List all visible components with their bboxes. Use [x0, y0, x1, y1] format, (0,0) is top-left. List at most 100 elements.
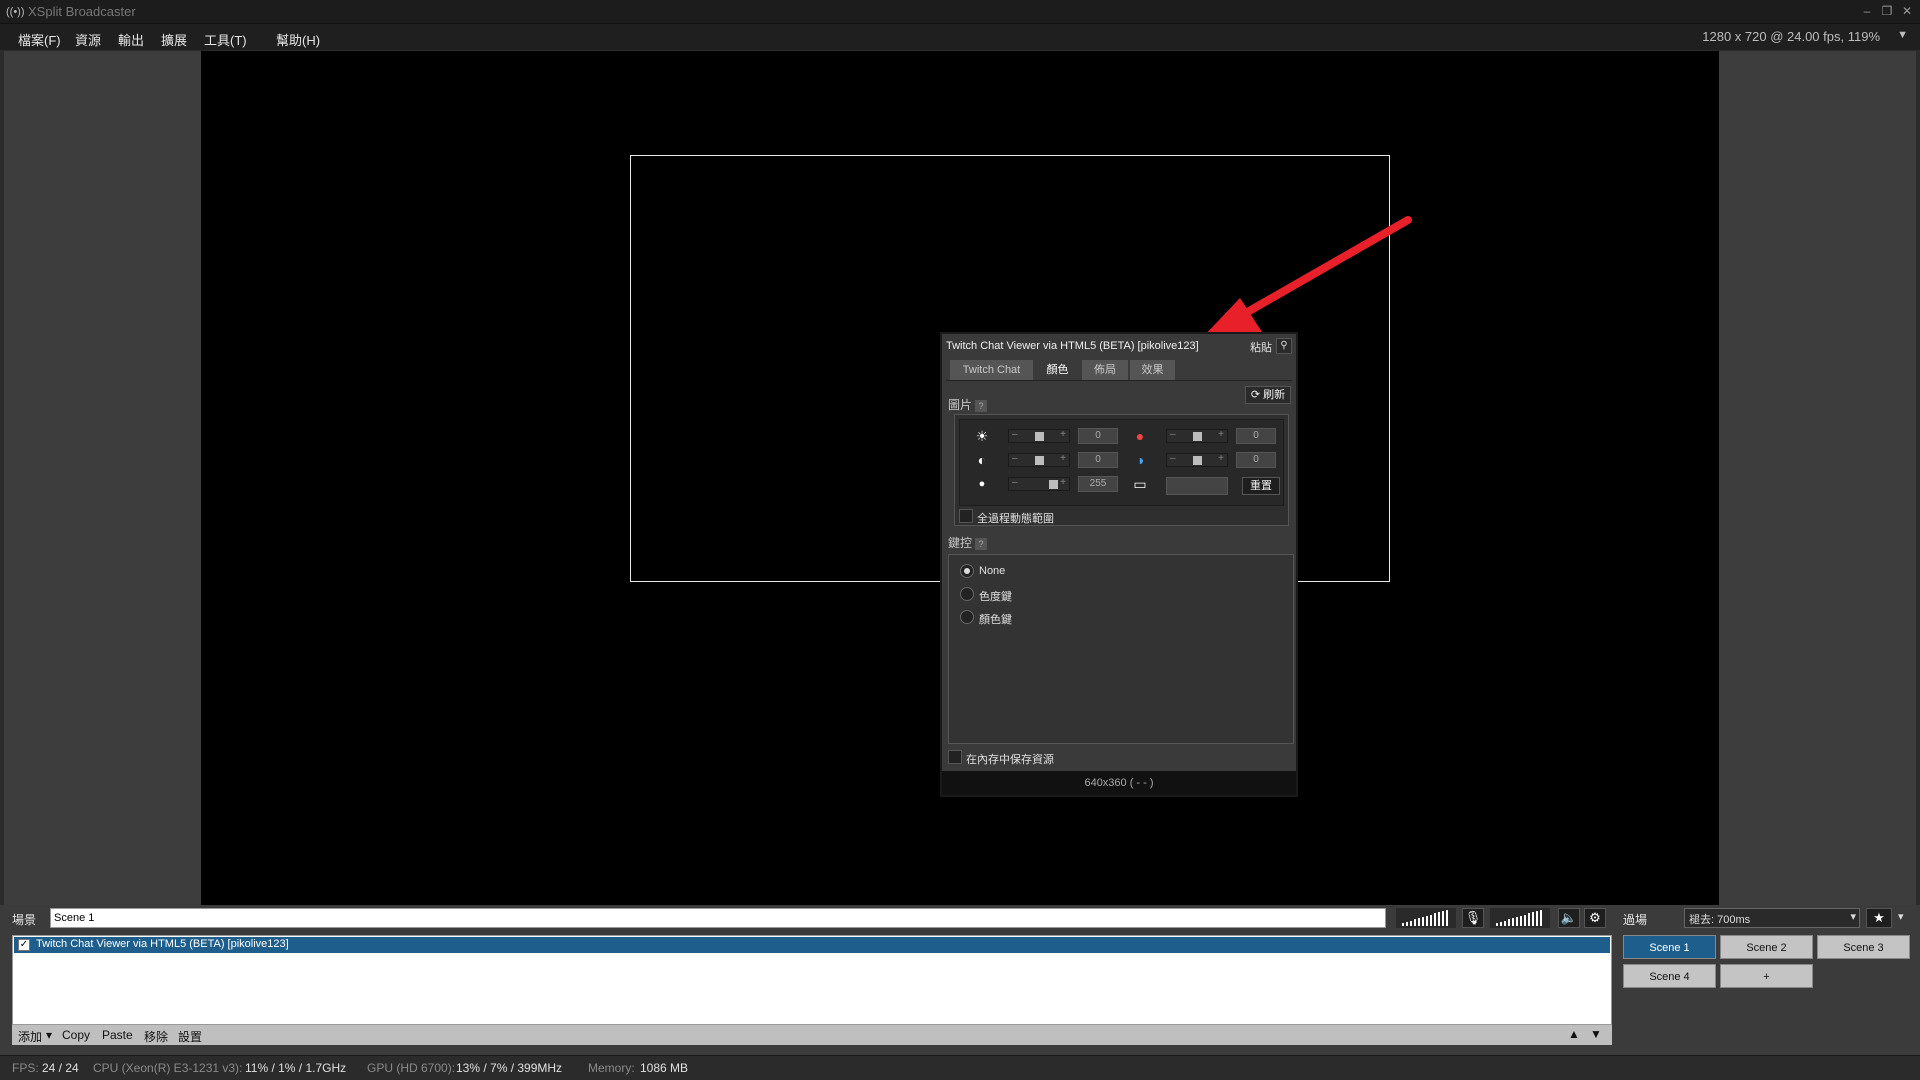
- slider-thumb[interactable]: [1193, 432, 1202, 441]
- help-icon[interactable]: ?: [975, 537, 988, 550]
- tab-twitch-chat[interactable]: Twitch Chat: [950, 360, 1034, 380]
- mic-level-meter: [1396, 908, 1456, 928]
- scene-button-2[interactable]: Scene 2: [1720, 935, 1813, 959]
- keying-none-radio[interactable]: [960, 564, 974, 578]
- minimize-button[interactable]: –: [1858, 3, 1876, 19]
- transition-dropdown-icon[interactable]: ▾: [1850, 910, 1856, 923]
- slider-plus[interactable]: +: [1060, 477, 1066, 488]
- restore-button[interactable]: ❐: [1878, 3, 1896, 19]
- image-adjust-panel: ☀ – + 0 ● – + 0 ◐ – + 0 ◑ – + 0 ● – + 25…: [954, 414, 1289, 526]
- pin-icon[interactable]: ⚲: [1276, 338, 1292, 354]
- resolution-dropdown-icon[interactable]: ▼: [1897, 29, 1908, 41]
- transition-label: 過場: [1623, 913, 1648, 927]
- hue-slider[interactable]: – +: [1166, 429, 1228, 443]
- source-list-item[interactable]: ✓ Twitch Chat Viewer via HTML5 (BETA) [p…: [14, 937, 1610, 953]
- gamma-field[interactable]: [1166, 477, 1228, 495]
- menu-extensions[interactable]: 擴展: [161, 30, 187, 49]
- keying-chroma-label: 色度鍵: [979, 591, 1012, 603]
- brightness-icon: ☀: [975, 428, 989, 444]
- vu-bar: [1508, 919, 1510, 926]
- annotation-arrow-icon: [1200, 216, 1412, 340]
- image-adjust-controls: ☀ – + 0 ● – + 0 ◐ – + 0 ◑ – + 0 ● – + 25…: [959, 419, 1284, 506]
- contrast-icon: ◐: [977, 452, 987, 468]
- resolution-info[interactable]: 1280 x 720 @ 24.00 fps, 119%: [1702, 29, 1880, 44]
- mic-mute-icon[interactable]: 🎙: [1462, 908, 1484, 928]
- fps-label: FPS:: [12, 1061, 39, 1075]
- add-scene-icon[interactable]: ★: [1866, 908, 1892, 928]
- keying-section-label: 鍵控?: [948, 534, 988, 551]
- slider-thumb[interactable]: [1193, 456, 1202, 465]
- paste-label[interactable]: 粘貼: [1250, 339, 1272, 355]
- remove-button[interactable]: 移除: [144, 1028, 168, 1045]
- slider-plus[interactable]: +: [1218, 453, 1224, 464]
- cpu-label: CPU (Xeon(R) E3-1231 v3):: [93, 1061, 243, 1075]
- slider-plus[interactable]: +: [1060, 453, 1066, 464]
- keying-chroma-radio[interactable]: [960, 587, 974, 601]
- gpu-value: 13% / 7% / 399MHz: [456, 1061, 563, 1075]
- slider-plus[interactable]: +: [1060, 429, 1066, 440]
- slider-plus[interactable]: +: [1218, 429, 1224, 440]
- scene-button-4[interactable]: Scene 4: [1623, 964, 1716, 988]
- add-scene-button[interactable]: +: [1720, 964, 1813, 988]
- slider-minus[interactable]: –: [1012, 453, 1018, 464]
- reset-button[interactable]: 重置: [1242, 477, 1280, 495]
- slider-minus[interactable]: –: [1170, 429, 1176, 440]
- hue-value[interactable]: 0: [1236, 428, 1276, 444]
- slider-minus[interactable]: –: [1012, 477, 1018, 488]
- vu-bar: [1446, 909, 1448, 926]
- menu-sources[interactable]: 資源: [75, 30, 101, 49]
- slider-thumb[interactable]: [1035, 456, 1044, 465]
- add-dropdown-icon[interactable]: ▾: [46, 1028, 52, 1042]
- keying-none-label: None: [979, 565, 1006, 577]
- slider-minus[interactable]: –: [1170, 453, 1176, 464]
- menu-tools[interactable]: 工具(T): [204, 30, 247, 49]
- tab-layout[interactable]: 佈局: [1082, 360, 1129, 380]
- menu-output[interactable]: 輸出: [118, 30, 144, 49]
- vu-bar: [1496, 923, 1498, 926]
- vu-bar: [1434, 913, 1436, 926]
- saturation-value[interactable]: 0: [1236, 452, 1276, 468]
- refresh-button[interactable]: ⟳ 刷新: [1245, 386, 1291, 404]
- audio-settings-icon[interactable]: ⚙: [1584, 908, 1606, 928]
- move-up-icon[interactable]: ▲: [1568, 1027, 1580, 1041]
- slider-thumb[interactable]: [1035, 432, 1044, 441]
- saturation-slider[interactable]: – +: [1166, 453, 1228, 467]
- speaker-icon[interactable]: 🔈: [1558, 908, 1580, 928]
- paste-button[interactable]: Paste: [102, 1028, 133, 1042]
- menu-help[interactable]: 幫助(H): [276, 30, 320, 49]
- move-down-icon[interactable]: ▼: [1590, 1027, 1602, 1041]
- add-source-button[interactable]: 添加: [18, 1028, 42, 1045]
- settings-button[interactable]: 設置: [178, 1028, 202, 1045]
- hue-icon: ●: [1135, 428, 1145, 444]
- transition-value: 褪去: 700ms: [1689, 914, 1751, 926]
- source-visibility-checkbox[interactable]: ✓: [18, 939, 30, 951]
- keying-color-radio[interactable]: [960, 610, 974, 624]
- scene-button-3[interactable]: Scene 3: [1817, 935, 1910, 959]
- menu-file[interactable]: 檔案(F): [18, 30, 61, 49]
- transition-select[interactable]: 褪去: 700ms ▾: [1684, 908, 1860, 928]
- full-range-checkbox[interactable]: [959, 509, 973, 523]
- help-icon[interactable]: ?: [975, 399, 988, 412]
- add-scene-dropdown-icon[interactable]: ▾: [1898, 910, 1904, 923]
- scene-button-1[interactable]: Scene 1: [1623, 935, 1716, 959]
- copy-button[interactable]: Copy: [62, 1028, 90, 1042]
- slider-minus[interactable]: –: [1012, 429, 1018, 440]
- opacity-value[interactable]: 255: [1078, 476, 1118, 492]
- close-button[interactable]: ✕: [1898, 3, 1916, 19]
- keep-in-memory-label: 在內存中保存資源: [966, 754, 1054, 766]
- status-bar: FPS: 24 / 24 CPU (Xeon(R) E3-1231 v3): 1…: [0, 1055, 1920, 1080]
- brightness-slider[interactable]: – +: [1008, 429, 1070, 443]
- contrast-slider[interactable]: – +: [1008, 453, 1070, 467]
- vu-bar: [1414, 919, 1416, 926]
- full-range-label: 全過程動態範圍: [977, 513, 1054, 525]
- contrast-value[interactable]: 0: [1078, 452, 1118, 468]
- scene-name-field[interactable]: Scene 1: [50, 908, 1386, 928]
- brightness-value[interactable]: 0: [1078, 428, 1118, 444]
- tab-effects[interactable]: 效果: [1130, 360, 1176, 380]
- keep-in-memory-checkbox[interactable]: [948, 750, 962, 764]
- tab-color[interactable]: 顏色: [1035, 360, 1081, 380]
- vu-bar: [1512, 918, 1514, 926]
- gamma-icon: ▭: [1133, 476, 1147, 492]
- slider-thumb[interactable]: [1049, 480, 1058, 489]
- opacity-slider[interactable]: – +: [1008, 477, 1070, 491]
